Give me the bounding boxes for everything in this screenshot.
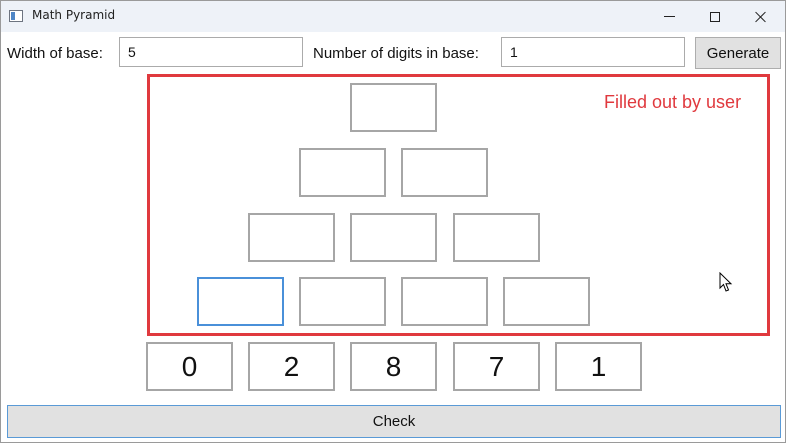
check-button[interactable]: Check xyxy=(7,405,781,438)
user-fill-annotation: Filled out by user xyxy=(604,92,742,112)
base-digit: 1 xyxy=(555,342,642,391)
maximize-button[interactable] xyxy=(692,1,738,32)
minimize-button[interactable] xyxy=(646,1,692,32)
base-digit: 8 xyxy=(350,342,437,391)
app-window: Math Pyramid Width of base: 5 Number of … xyxy=(0,0,786,443)
generate-button[interactable]: Generate xyxy=(695,37,781,69)
base-digit: 2 xyxy=(248,342,335,391)
base-digit: 7 xyxy=(453,342,540,391)
width-of-base-label: Width of base: xyxy=(7,45,103,62)
close-icon xyxy=(755,11,767,23)
mouse-cursor-icon xyxy=(719,272,733,292)
app-icon xyxy=(9,10,23,22)
user-fill-highlight-box xyxy=(147,74,770,336)
digits-in-base-label: Number of digits in base: xyxy=(313,45,479,62)
width-of-base-input[interactable]: 5 xyxy=(119,37,303,67)
digits-in-base-input[interactable]: 1 xyxy=(501,37,685,67)
close-button[interactable] xyxy=(738,1,784,32)
window-title: Math Pyramid xyxy=(32,8,116,22)
base-digit: 0 xyxy=(146,342,233,391)
title-bar: Math Pyramid xyxy=(1,1,785,32)
maximize-icon xyxy=(710,11,720,22)
minimize-icon xyxy=(663,16,675,17)
